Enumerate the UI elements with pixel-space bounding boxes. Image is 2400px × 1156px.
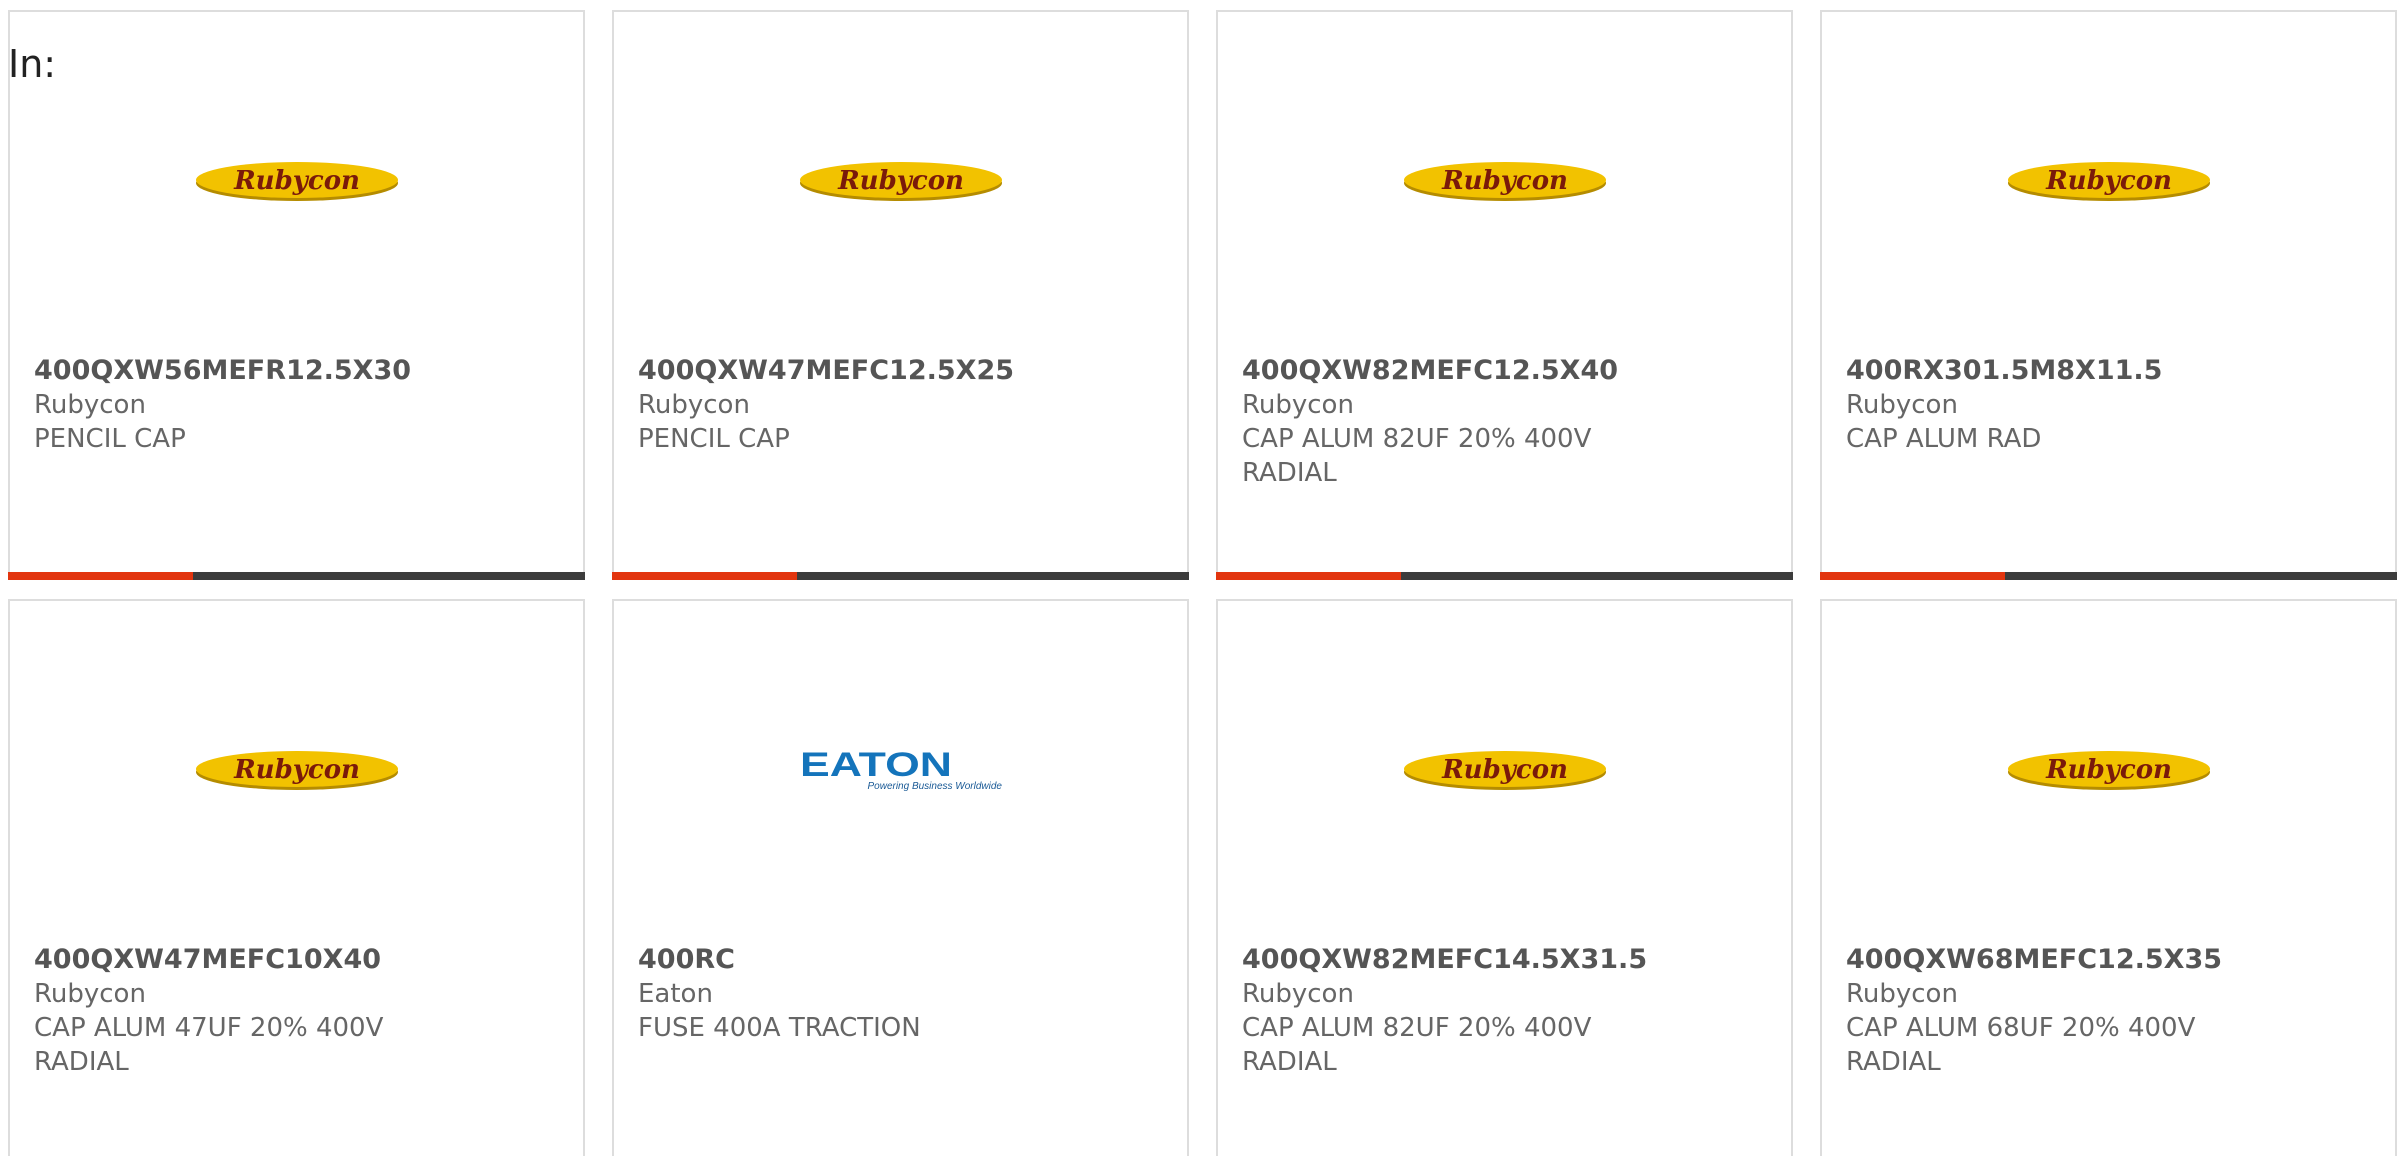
svg-text:Rubycon: Rubycon: [233, 755, 360, 785]
description: CAP ALUM 47UF 20% 400V RADIAL: [34, 1013, 384, 1077]
part-number[interactable]: 400RC: [638, 943, 1158, 977]
svg-text:Rubycon: Rubycon: [1441, 166, 1568, 196]
rubycon-logo: Rubycon: [2007, 162, 2210, 201]
svg-text:EATON: EATON: [800, 747, 952, 784]
description: CAP ALUM 82UF 20% 400V RADIAL: [1242, 1013, 1592, 1077]
manufacturer: Eaton: [638, 979, 713, 1009]
product-card[interactable]: Rubycon 400QXW47MEFC12.5X25 Rubycon PENC…: [612, 10, 1189, 580]
svg-text:Rubycon: Rubycon: [837, 166, 964, 196]
product-card[interactable]: Rubycon 400QXW56MEFR12.5X30 Rubycon PENC…: [8, 10, 585, 580]
card-progress-bar: [8, 572, 585, 580]
manufacturer: Rubycon: [1846, 979, 1958, 1009]
description: PENCIL CAP: [638, 424, 790, 454]
product-card[interactable]: EATON Powering Business Worldwide 400RC …: [612, 599, 1189, 1156]
part-number[interactable]: 400QXW47MEFC12.5X25: [638, 354, 1158, 388]
card-progress-bar: [612, 572, 1189, 580]
card-progress-bar: [1820, 572, 2397, 580]
part-number[interactable]: 400QXW68MEFC12.5X35: [1846, 943, 2366, 977]
manufacturer: Rubycon: [34, 390, 146, 420]
eaton-logo: EATON Powering Business Worldwide: [800, 747, 1002, 792]
svg-text:Rubycon: Rubycon: [2045, 755, 2172, 785]
product-card[interactable]: Rubycon 400QXW82MEFC12.5X40 Rubycon CAP …: [1216, 10, 1793, 580]
svg-text:Rubycon: Rubycon: [2045, 166, 2172, 196]
part-number[interactable]: 400QXW56MEFR12.5X30: [34, 354, 554, 388]
card-progress-fill: [1820, 572, 2005, 580]
description: CAP ALUM RAD: [1846, 424, 2042, 454]
part-number[interactable]: 400RX301.5M8X11.5: [1846, 354, 2366, 388]
svg-text:Rubycon: Rubycon: [1441, 755, 1568, 785]
manufacturer: Rubycon: [1242, 390, 1354, 420]
description: FUSE 400A TRACTION: [638, 1013, 921, 1043]
svg-text:Rubycon: Rubycon: [233, 166, 360, 196]
svg-text:Powering Business Worldwide: Powering Business Worldwide: [867, 781, 1002, 792]
product-card[interactable]: Rubycon 400RX301.5M8X11.5 Rubycon CAP AL…: [1820, 10, 2397, 580]
product-grid-page: In: Rubycon 400QXW56MEFR12.5X30 Rubycon …: [0, 0, 2400, 1156]
rubycon-logo: Rubycon: [2007, 751, 2210, 790]
manufacturer: Rubycon: [638, 390, 750, 420]
part-number[interactable]: 400QXW47MEFC10X40: [34, 943, 554, 977]
manufacturer: Rubycon: [34, 979, 146, 1009]
rubycon-logo: Rubycon: [799, 162, 1002, 201]
part-number[interactable]: 400QXW82MEFC14.5X31.5: [1242, 943, 1762, 977]
product-card[interactable]: Rubycon 400QXW82MEFC14.5X31.5 Rubycon CA…: [1216, 599, 1793, 1156]
description: CAP ALUM 82UF 20% 400V RADIAL: [1242, 424, 1592, 488]
product-card[interactable]: Rubycon 400QXW47MEFC10X40 Rubycon CAP AL…: [8, 599, 585, 1156]
description: CAP ALUM 68UF 20% 400V RADIAL: [1846, 1013, 2196, 1077]
product-card[interactable]: Rubycon 400QXW68MEFC12.5X35 Rubycon CAP …: [1820, 599, 2397, 1156]
part-number[interactable]: 400QXW82MEFC12.5X40: [1242, 354, 1762, 388]
card-progress-bar: [1216, 572, 1793, 580]
card-progress-fill: [8, 572, 193, 580]
rubycon-logo: Rubycon: [1403, 162, 1606, 201]
description: PENCIL CAP: [34, 424, 186, 454]
rubycon-logo: Rubycon: [195, 162, 398, 201]
card-progress-fill: [612, 572, 797, 580]
manufacturer: Rubycon: [1242, 979, 1354, 1009]
rubycon-logo: Rubycon: [195, 751, 398, 790]
rubycon-logo: Rubycon: [1403, 751, 1606, 790]
card-progress-fill: [1216, 572, 1401, 580]
filter-label: In:: [8, 42, 57, 86]
manufacturer: Rubycon: [1846, 390, 1958, 420]
